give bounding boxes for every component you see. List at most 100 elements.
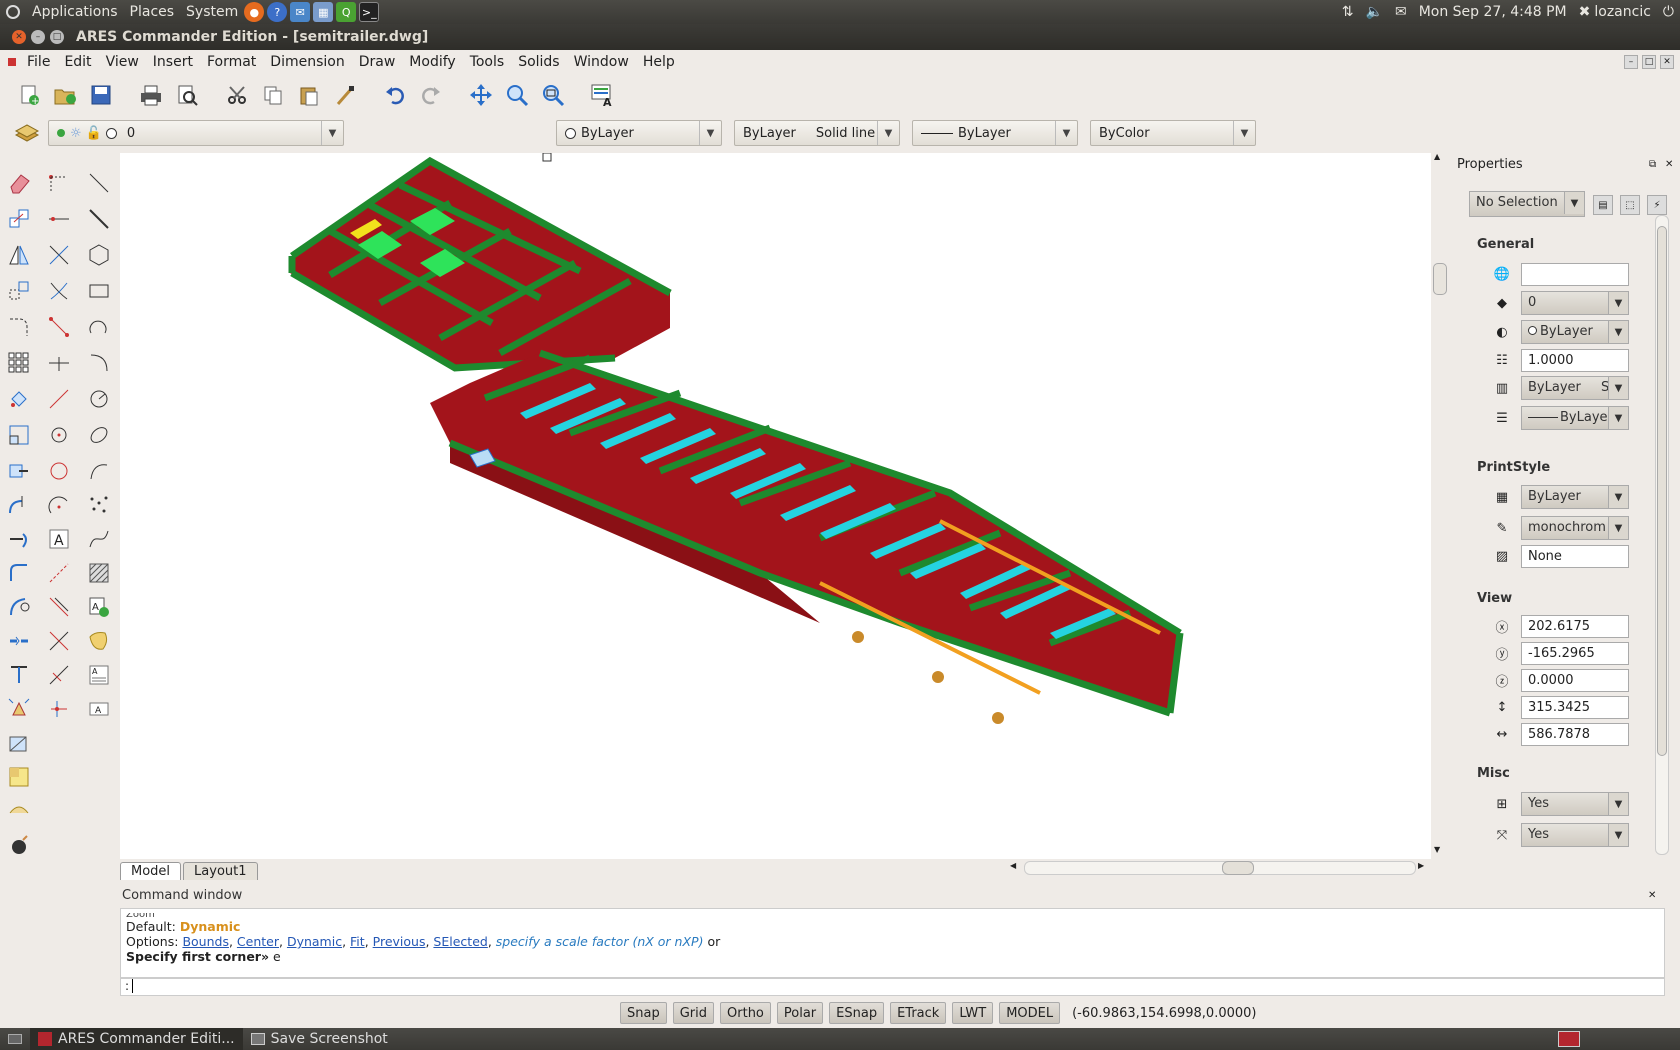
erase-icon[interactable] — [4, 168, 34, 198]
fillet-icon[interactable] — [4, 312, 34, 342]
power-icon[interactable]: ⏻ — [1657, 0, 1680, 24]
scale-icon[interactable] — [4, 420, 34, 450]
scroll-right-icon[interactable]: ▶ — [1418, 861, 1424, 870]
selection-combo[interactable]: No Selection ▼ — [1469, 191, 1585, 217]
menu-modify[interactable]: Modify — [402, 54, 462, 70]
vertical-scrollbar[interactable]: ▲ ▼ — [1431, 152, 1449, 859]
offset-icon[interactable] — [4, 276, 34, 306]
region-icon[interactable] — [84, 626, 114, 656]
properties-edit-icon[interactable] — [4, 762, 34, 792]
insert-block-icon[interactable]: A — [84, 592, 114, 622]
rotate-icon[interactable] — [4, 384, 34, 414]
menu-dimension[interactable]: Dimension — [263, 54, 351, 70]
show-desktop-icon[interactable] — [0, 1028, 30, 1050]
ubuntu-logo-icon[interactable] — [0, 0, 26, 24]
view-width-field[interactable]: 586.7878 — [1521, 722, 1629, 746]
array-icon[interactable] — [4, 348, 34, 378]
option-center-link[interactable]: Center — [237, 934, 279, 949]
open-file-icon[interactable] — [50, 80, 80, 110]
cross-lines-icon[interactable] — [44, 276, 74, 306]
polar-toggle[interactable]: Polar — [776, 1002, 824, 1024]
minimize-window-button[interactable]: – — [31, 30, 45, 44]
menu-system[interactable]: System — [180, 0, 244, 24]
maximize-window-button[interactable]: □ — [50, 30, 64, 44]
undo-icon[interactable] — [380, 80, 410, 110]
scroll-up-icon[interactable]: ▲ — [1434, 152, 1440, 161]
polyline-icon[interactable] — [44, 384, 74, 414]
explode-icon[interactable] — [4, 694, 34, 724]
paste-icon[interactable] — [294, 80, 324, 110]
circle-center-icon[interactable] — [44, 420, 74, 450]
view-height-field[interactable]: 315.3425 — [1521, 695, 1629, 719]
firefox-icon[interactable]: ● — [244, 2, 265, 22]
mail-indicator-icon[interactable]: ✉ — [1389, 0, 1413, 24]
properties-scrollbar[interactable] — [1655, 215, 1669, 855]
tab-model[interactable]: Model — [120, 862, 182, 880]
option-selected-link[interactable]: SElected — [433, 934, 487, 949]
tab-layout1[interactable]: Layout1 — [183, 862, 258, 880]
select-objects-icon[interactable]: ⬚ — [1620, 195, 1640, 215]
qt-icon[interactable]: Q — [336, 2, 357, 22]
print-icon[interactable] — [136, 80, 166, 110]
pan-icon[interactable] — [466, 80, 496, 110]
close-command-icon[interactable]: ✕ — [1648, 890, 1656, 901]
linetype-combo[interactable]: ByLayer Solid line ▼ — [734, 120, 900, 146]
grid-toggle[interactable]: Grid — [672, 1002, 715, 1024]
dim-angular-icon[interactable] — [44, 660, 74, 690]
option-bounds-link[interactable]: Bounds — [182, 934, 229, 949]
align-icon[interactable] — [4, 660, 34, 690]
menu-tools[interactable]: Tools — [463, 54, 512, 70]
arc-3point-icon[interactable] — [84, 312, 114, 342]
single-text-icon[interactable]: A — [84, 694, 114, 724]
layer-field[interactable]: 0 ▼ — [1521, 291, 1629, 315]
arc-icon[interactable] — [44, 490, 74, 520]
center-z-field[interactable]: 0.0000 — [1521, 668, 1629, 692]
ellipse-icon[interactable] — [84, 420, 114, 450]
clock[interactable]: Mon Sep 27, 4:48 PM — [1413, 0, 1573, 24]
vertical-scroll-thumb[interactable] — [1433, 263, 1447, 295]
option-fit-link[interactable]: Fit — [350, 934, 365, 949]
plotstyle-combo[interactable]: ByColor ▼ — [1090, 120, 1256, 146]
task-save-screenshot[interactable]: Save Screenshot — [243, 1028, 396, 1050]
linetype-scale-field[interactable]: 1.0000 — [1521, 348, 1629, 372]
color-combo[interactable]: ByLayer ▼ — [556, 120, 722, 146]
print-table-field[interactable]: monochrom ▼ — [1521, 516, 1629, 540]
horizontal-scroll-track[interactable] — [1024, 861, 1416, 875]
option-dynamic-link[interactable]: Dynamic — [287, 934, 342, 949]
quick-select-icon[interactable]: ⚡ — [1647, 195, 1667, 215]
snap-toggle[interactable]: Snap — [620, 1002, 667, 1024]
dim-aligned-icon[interactable] — [44, 694, 74, 724]
menu-window[interactable]: Window — [567, 54, 636, 70]
text-icon[interactable]: A — [44, 524, 74, 554]
ortho-toggle[interactable]: Ortho — [720, 1002, 771, 1024]
menu-applications[interactable]: Applications — [26, 0, 124, 24]
copy-entity-icon[interactable] — [4, 204, 34, 234]
menu-edit[interactable]: Edit — [57, 54, 98, 70]
menu-format[interactable]: Format — [200, 54, 263, 70]
workspace-switcher[interactable] — [1558, 1031, 1580, 1047]
lineweight-combo[interactable]: ByLayer ▼ — [912, 120, 1078, 146]
print-preview-icon[interactable] — [172, 80, 202, 110]
trim-x-icon[interactable] — [44, 626, 74, 656]
menu-insert[interactable]: Insert — [146, 54, 200, 70]
toggle-pickadd-icon[interactable]: ▤ — [1593, 195, 1613, 215]
network-status-icon[interactable]: ⇅ — [1336, 0, 1360, 24]
extend-icon[interactable] — [4, 524, 34, 554]
menu-view[interactable]: View — [99, 54, 146, 70]
line-2-icon[interactable] — [84, 168, 114, 198]
rectangle-icon[interactable] — [84, 276, 114, 306]
linetype-field[interactable]: ByLayer S ▼ — [1521, 376, 1629, 400]
misc1-field[interactable]: Yes ▼ — [1521, 792, 1629, 816]
network-icon[interactable]: ▦ — [313, 2, 334, 22]
esnap-toggle[interactable]: ESnap — [829, 1002, 885, 1024]
bomb-icon[interactable] — [4, 830, 34, 860]
point-icon[interactable] — [44, 168, 74, 198]
layer-manager-icon[interactable] — [14, 121, 40, 145]
circle-3point-icon[interactable] — [44, 456, 74, 486]
terminal-icon[interactable]: >_ — [359, 2, 380, 22]
cut-icon[interactable] — [222, 80, 252, 110]
option-previous-link[interactable]: Previous — [373, 934, 426, 949]
scroll-down-icon[interactable]: ▼ — [1434, 845, 1440, 854]
drawing-viewport[interactable] — [120, 152, 1431, 859]
layer-combo[interactable]: ☼ 🔓 0 ▼ — [48, 120, 344, 146]
